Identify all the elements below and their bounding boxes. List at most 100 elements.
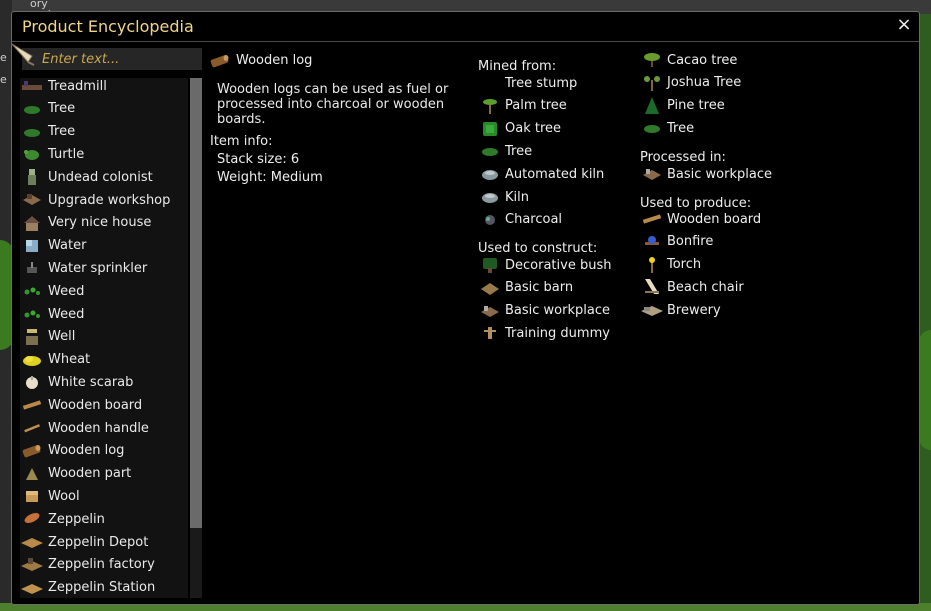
list-item-label: Zeppelin Depot [48, 534, 149, 550]
close-button[interactable]: × [895, 16, 913, 34]
mined-from-item[interactable]: Joshua Tree [640, 72, 741, 94]
list-item[interactable]: Wooden log [20, 440, 124, 462]
list-item[interactable]: Weed [20, 280, 84, 302]
mined-from-item[interactable]: Palm tree [478, 95, 567, 117]
produce-item-label: Torch [667, 257, 702, 273]
list-item-label: Water [48, 238, 87, 254]
list-item[interactable]: Wool [20, 485, 80, 507]
undead-colonist-icon [20, 168, 44, 186]
list-item[interactable]: Zeppelin factory [20, 554, 155, 576]
tree-icon [478, 142, 502, 160]
list-item[interactable]: Zeppelin [20, 508, 105, 530]
construct-item-label: Decorative bush [505, 257, 612, 273]
list-scrollbar[interactable] [190, 78, 202, 598]
tree-icon [640, 119, 664, 137]
list-item[interactable]: Upgrade workshop [20, 189, 170, 211]
item-description: Wooden logs can be used as fuel or proce… [217, 82, 449, 127]
water-icon [20, 237, 44, 255]
processed-in-item[interactable]: Basic workplace [640, 163, 772, 185]
workplace-icon [640, 165, 664, 183]
construct-item-label: Basic workplace [505, 303, 610, 319]
mined-from-item[interactable]: Tree stump [478, 72, 577, 94]
mined-from-item-label: Pine tree [667, 98, 725, 114]
list-item[interactable]: Wooden handle [20, 417, 149, 439]
list-item[interactable]: Very nice house [20, 212, 151, 234]
mined-from-item-label: Charcoal [505, 212, 563, 228]
mined-from-item[interactable]: Tree [478, 140, 532, 162]
list-item[interactable]: Tree [20, 121, 75, 143]
list-item[interactable]: Tree [20, 98, 75, 120]
mined-from-item[interactable]: Charcoal [478, 209, 562, 231]
list-item-label: Undead colonist [48, 169, 153, 185]
list-item-label: Wool [48, 488, 80, 504]
produce-item-label: Wooden board [667, 211, 762, 227]
tree-stump-icon [478, 74, 502, 92]
list-item[interactable]: Turtle [20, 143, 84, 165]
produce-item-label: Beach chair [667, 279, 744, 295]
construct-item[interactable]: Training dummy [478, 322, 610, 344]
produce-item[interactable]: Bonfire [640, 231, 713, 253]
list-item[interactable]: Weed [20, 303, 84, 325]
sprinkler-icon [20, 259, 44, 277]
weight: Weight: Medium [217, 170, 323, 185]
produce-item-label: Brewery [667, 302, 721, 318]
turtle-icon [20, 145, 44, 163]
list-item-label: Upgrade workshop [48, 192, 171, 208]
background-text-line: e [0, 73, 7, 86]
list-item-label: Wooden log [48, 443, 125, 459]
construct-item[interactable]: Basic workplace [478, 300, 610, 322]
list-item[interactable]: Wheat [20, 349, 90, 371]
list-item[interactable]: Zeppelin Depot [20, 531, 148, 553]
construct-item-label: Basic barn [505, 280, 574, 296]
produce-item-label: Bonfire [667, 234, 714, 250]
list-item[interactable]: Zeppelin Station [20, 577, 155, 598]
produce-item[interactable]: Wooden board [640, 208, 761, 230]
mined-from-item-label: Oak tree [505, 121, 562, 137]
list-item-label: Tree [48, 101, 76, 117]
pine-tree-icon [640, 96, 664, 115]
list-item[interactable]: Wooden board [20, 394, 142, 416]
oak-tree-icon [478, 120, 502, 138]
background-grass-right [919, 330, 931, 450]
list-item-label: Wooden part [48, 466, 132, 482]
title-divider [12, 41, 919, 42]
mined-from-item[interactable]: Automated kiln [478, 163, 604, 185]
mined-from-item-label: Palm tree [505, 98, 567, 114]
item-info-heading: Item info: [210, 134, 273, 149]
construct-item[interactable]: Decorative bush [478, 254, 611, 276]
mined-from-item-label: Kiln [505, 189, 529, 205]
tree-icon [20, 123, 44, 141]
mined-from-item[interactable]: Pine tree [640, 95, 725, 117]
list-item-label: Wooden handle [48, 420, 149, 436]
list-item-label: Water sprinkler [48, 260, 148, 276]
list-item[interactable]: Water [20, 235, 86, 257]
scrollbar-thumb[interactable] [190, 78, 202, 528]
palm-tree-icon [478, 97, 502, 115]
list-item-label: Wheat [48, 352, 91, 368]
list-item[interactable]: White scarab [20, 371, 133, 393]
list-item[interactable]: Water sprinkler [20, 257, 147, 279]
torch-icon [640, 256, 664, 274]
mined-from-item[interactable]: Oak tree [478, 118, 561, 140]
list-item[interactable]: Wooden part [20, 463, 131, 485]
list-item[interactable]: Treadmill [20, 78, 107, 97]
wheat-icon [20, 351, 44, 369]
construct-item[interactable]: Basic barn [478, 277, 573, 299]
mined-from-item[interactable]: Cacao tree [640, 49, 737, 71]
produce-item[interactable]: Brewery [640, 299, 721, 321]
list-item[interactable]: Undead colonist [20, 166, 153, 188]
product-list[interactable]: Treadmill Tree Tree Turtle Undead colonist Up… [20, 78, 188, 598]
list-item-label: Wooden board [48, 397, 143, 413]
mined-from-item-label: Joshua Tree [667, 75, 742, 91]
cacao-tree-icon [640, 51, 664, 69]
list-item-label: Very nice house [48, 215, 152, 231]
search-input[interactable] [22, 48, 202, 70]
mined-from-item[interactable]: Tree [640, 117, 694, 139]
produce-item[interactable]: Torch [640, 254, 701, 276]
produce-item[interactable]: Beach chair [640, 276, 744, 298]
workshop-icon [20, 191, 44, 209]
list-item[interactable]: Well [20, 326, 75, 348]
mined-from-item[interactable]: Kiln [478, 186, 529, 208]
stack-size: Stack size: 6 [217, 152, 300, 167]
depot-icon [20, 533, 44, 551]
